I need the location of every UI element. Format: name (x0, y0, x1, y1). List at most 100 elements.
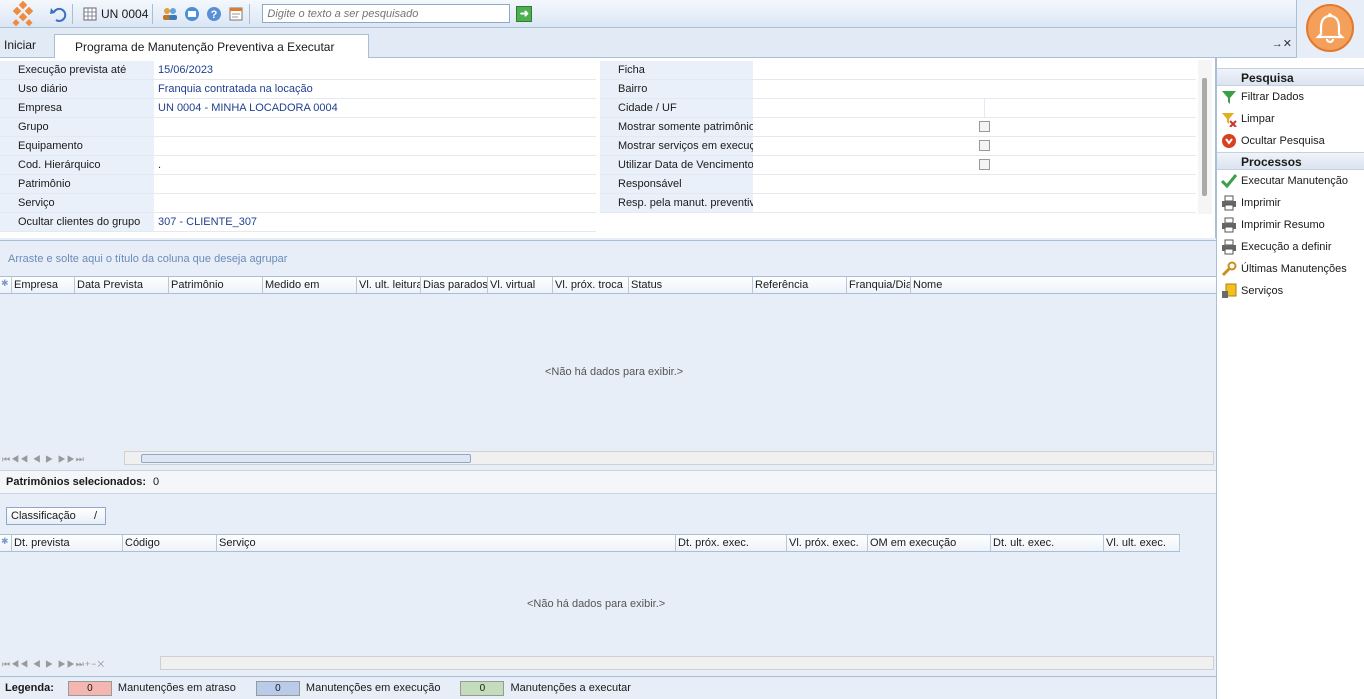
action-label: Últimas Manutenções (1241, 263, 1347, 275)
legend-title: Legenda: (5, 682, 54, 694)
action-ocultar-pesquisa[interactable]: Ocultar Pesquisa (1217, 130, 1364, 152)
filter-row-cidade[interactable]: Cidade / UF (600, 99, 1196, 118)
printer-icon (1221, 195, 1237, 211)
window-icon[interactable] (183, 5, 201, 23)
grid2-hscrollbar[interactable] (160, 656, 1214, 670)
calendar-grid-icon[interactable] (81, 5, 99, 23)
checkbox-patrimonios[interactable] (979, 121, 990, 132)
grid2-col-dt-prevista[interactable]: Dt. prevista (12, 535, 123, 551)
filter-value[interactable]: Franquia contratada na locação (154, 83, 313, 95)
filter-row-ocultar-clientes[interactable]: Ocultar clientes do grupo 307 - CLIENTE_3… (0, 213, 596, 232)
panel-spacer (1217, 58, 1364, 68)
group-by-hint[interactable]: Arraste e solte aqui o título da coluna … (0, 240, 1216, 276)
checkbox-data-vencimento[interactable] (979, 159, 990, 170)
filter-row-uso-diario[interactable]: Uso diário Franquia contratada na locação (0, 80, 596, 99)
scroll-thumb[interactable] (1202, 78, 1207, 196)
grid1-col-medido-em[interactable]: Medido em (263, 277, 357, 293)
grid1-col-nome[interactable]: Nome (911, 277, 1216, 293)
grid1-col-patrimonio[interactable]: Patrimônio (169, 277, 263, 293)
action-filtrar-dados[interactable]: Filtrar Dados (1217, 86, 1364, 108)
grid2-col-vl-prox-exec[interactable]: Vl. próx. exec. (787, 535, 868, 551)
notification-bell-icon[interactable] (1306, 4, 1354, 52)
search-input[interactable] (262, 4, 511, 23)
action-limpar[interactable]: Limpar (1217, 108, 1364, 130)
grid1-selector-icon[interactable]: ✱ (0, 277, 12, 293)
action-label: Ocultar Pesquisa (1241, 135, 1325, 147)
filter-row-equipamento[interactable]: Equipamento (0, 137, 596, 156)
grid2-col-dt-ult-exec[interactable]: Dt. ult. exec. (991, 535, 1104, 551)
filter-scrollbar[interactable] (1198, 60, 1212, 214)
grid1-col-vl-ult-leitura[interactable]: Vl. ult. leitura (357, 277, 421, 293)
filter-row-cod-hierarquico[interactable]: Cod. Hierárquico. (0, 156, 596, 175)
undo-icon[interactable] (50, 5, 68, 23)
svg-text:?: ? (211, 9, 218, 21)
filter-value[interactable]: . (154, 159, 161, 171)
action-ultimas-manutencoes[interactable]: Últimas Manutenções (1217, 258, 1364, 280)
filter-row-responsavel[interactable]: Responsável (600, 175, 1196, 194)
grid2-col-servico[interactable]: Serviço (217, 535, 676, 551)
action-executar-manutencao[interactable]: Executar Manutenção (1217, 170, 1364, 192)
search-go-icon[interactable]: ➜ (516, 5, 533, 22)
grid2-selector-icon[interactable]: ✱ (0, 535, 12, 551)
users-icon[interactable] (161, 5, 179, 23)
filter-value[interactable]: UN 0004 - MINHA LOCADORA 0004 (154, 102, 338, 114)
grid1-hscroll-thumb[interactable] (141, 454, 471, 463)
filter-value[interactable]: 15/06/2023 (154, 64, 213, 76)
action-imprimir[interactable]: Imprimir (1217, 192, 1364, 214)
filter-value[interactable]: 307 - CLIENTE_307 (154, 216, 257, 228)
grid1-col-data-prevista[interactable]: Data Prevista (75, 277, 169, 293)
section-pesquisa: Pesquisa (1217, 68, 1364, 86)
unit-selector[interactable]: UN 0004 (101, 7, 148, 21)
grid1-col-referencia[interactable]: Referência (753, 277, 847, 293)
grid2-col-vl-ult-exec[interactable]: Vl. ult. exec. (1104, 535, 1180, 551)
filter-row-patrimonio[interactable]: Patrimônio (0, 175, 596, 194)
grid1-col-status[interactable]: Status (629, 277, 753, 293)
tab-close-icon[interactable]: →✕ (1272, 37, 1292, 50)
filter-label: Bairro (600, 80, 753, 98)
action-execucao-a-definir[interactable]: Execução a definir (1217, 236, 1364, 258)
action-label: Filtrar Dados (1241, 91, 1304, 103)
action-imprimir-resumo[interactable]: Imprimir Resumo (1217, 214, 1364, 236)
filter-row-execucao[interactable]: Execução prevista até 15/06/2023 (0, 61, 596, 80)
action-label: Imprimir (1241, 197, 1281, 209)
filter-label: Mostrar serviços em execução (600, 137, 753, 155)
help-icon[interactable]: ? (205, 5, 223, 23)
grid1-col-dias-parados[interactable]: Dias parados (421, 277, 488, 293)
legend-running-count: 0 (255, 680, 300, 696)
grid2-col-om-execucao[interactable]: OM em execução (868, 535, 991, 551)
filter-row-resp-manut[interactable]: Resp. pela manut. preventiva (600, 194, 1196, 213)
grid2-col-codigo[interactable]: Código (123, 535, 217, 551)
grid1-col-vl-prox-troca[interactable]: Vl. próx. troca (553, 277, 629, 293)
tab-bar: Iniciar Programa de Manutenção Preventiv… (0, 28, 1296, 58)
tab-preventive-maintenance[interactable]: Programa de Manutenção Preventiva a Exec… (54, 34, 369, 58)
grid1-navigator[interactable]: ⏮◀◀ ◀ ▶ ▶▶⏭ (2, 451, 85, 467)
hide-search-icon (1221, 133, 1237, 149)
action-label: Execução a definir (1241, 241, 1332, 253)
filter-row-mostrar-servicos[interactable]: Mostrar serviços em execução (600, 137, 1196, 156)
filter-row-data-vencimento[interactable]: Utilizar Data de Vencimento da (600, 156, 1196, 175)
checkmark-icon (1221, 173, 1237, 189)
grid1-col-vl-virtual[interactable]: Vl. virtual (488, 277, 553, 293)
toolbar-separator (152, 3, 154, 24)
checkbox-servicos-execucao[interactable] (979, 140, 990, 151)
filter-row-empresa[interactable]: Empresa UN 0004 - MINHA LOCADORA 0004 (0, 99, 596, 118)
filter-row-bairro[interactable]: Bairro (600, 80, 1196, 99)
filter-label: Equipamento (0, 137, 154, 155)
uf-divider (984, 99, 985, 118)
report-icon[interactable] (227, 5, 245, 23)
notifications-area (1296, 0, 1364, 58)
grid1-col-empresa[interactable]: Empresa (12, 277, 75, 293)
classification-sort-button[interactable]: Classificação / (6, 507, 106, 525)
tab-home[interactable]: Iniciar (4, 38, 36, 52)
filter-row-grupo[interactable]: Grupo (0, 118, 596, 137)
filter-row-ficha[interactable]: Ficha (600, 61, 1196, 80)
filter-row-mostrar-patrimonios[interactable]: Mostrar somente patrimônios lo (600, 118, 1196, 137)
filter-row-servico[interactable]: Serviço (0, 194, 596, 213)
grid1-col-franquia-dia[interactable]: Franquia/Dia (847, 277, 911, 293)
grid2-navigator[interactable]: ⏮◀◀ ◀ ▶ ▶▶⏭+−✕ (2, 656, 105, 672)
grid2-col-dt-prox-exec[interactable]: Dt. próx. exec. (676, 535, 787, 551)
grid1-hscrollbar[interactable] (124, 451, 1214, 465)
app-logo-icon[interactable] (8, 0, 38, 27)
action-servicos[interactable]: Serviços (1217, 280, 1364, 302)
filter-label: Cod. Hierárquico (0, 156, 154, 174)
